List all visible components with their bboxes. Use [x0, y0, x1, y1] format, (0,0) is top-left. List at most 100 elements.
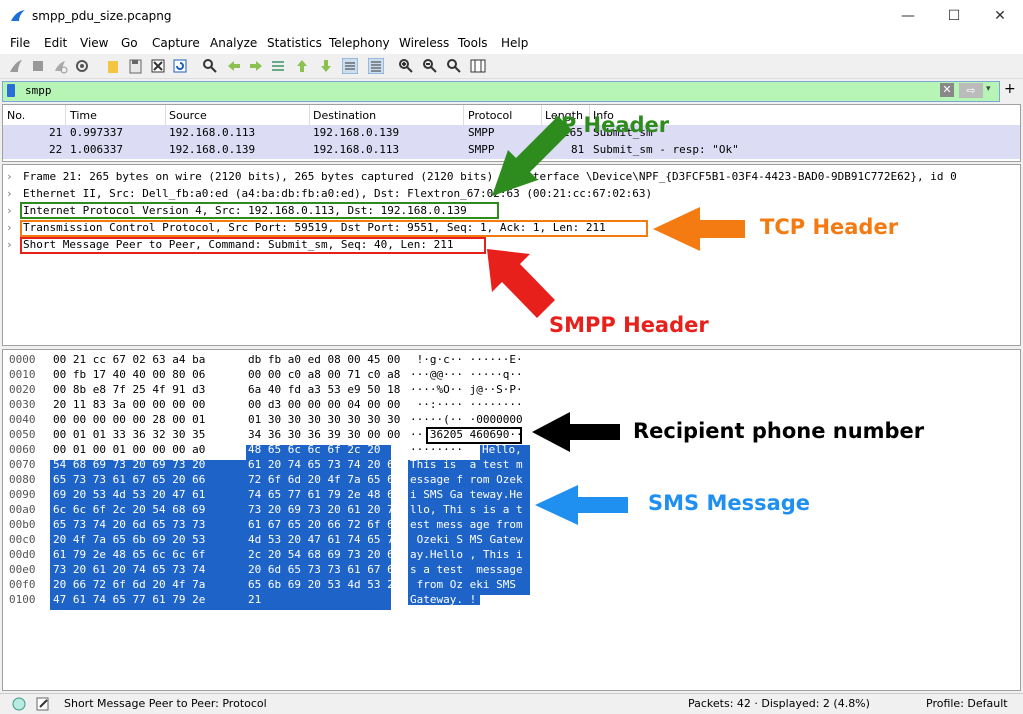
hex-bytes-group-1[interactable]: 00 fb 17 40 40 00 80 06 [53, 368, 205, 381]
hex-offset[interactable]: 00d0 [9, 548, 36, 561]
hex-offset[interactable]: 0080 [9, 473, 36, 486]
hex-bytes-group-2[interactable]: 74 65 77 61 79 2e 48 65 [248, 488, 400, 501]
ascii-bytes[interactable]: !·g·c·· ······E· [410, 353, 523, 366]
menu-file[interactable]: File [10, 36, 30, 50]
ascii-bytes[interactable]: This is a test m [410, 458, 523, 471]
hex-bytes-group-1[interactable]: 65 73 73 61 67 65 20 66 [53, 473, 205, 486]
hex-bytes-group-1[interactable]: 00 01 00 01 00 00 00 a0 [53, 443, 205, 456]
ascii-bytes[interactable]: ay.Hello , This i [410, 548, 523, 561]
expert-info-icon[interactable] [12, 697, 26, 711]
ascii-bytes[interactable]: ········ [410, 443, 463, 456]
close-file-icon[interactable] [150, 58, 166, 74]
colorize-icon[interactable] [368, 58, 384, 74]
apply-filter-button[interactable]: ⇨ [959, 83, 983, 98]
hex-bytes-group-1[interactable]: 00 8b e8 7f 25 4f 91 d3 [53, 383, 205, 396]
ascii-bytes-selected[interactable]: Hello, [482, 443, 528, 456]
hex-bytes-group-1[interactable]: 73 20 61 20 74 65 73 74 [53, 563, 205, 576]
detail-row-frame[interactable]: › Frame 21: 265 bytes on wire (2120 bits)… [6, 170, 957, 183]
menu-analyze[interactable]: Analyze [210, 36, 257, 50]
hex-bytes-group-1[interactable]: 00 21 cc 67 02 63 a4 ba [53, 353, 205, 366]
zoom-out-icon[interactable] [422, 58, 438, 74]
hex-bytes-group-1[interactable]: 20 66 72 6f 6d 20 4f 7a [53, 578, 205, 591]
shark-fin-start-icon[interactable] [8, 58, 24, 74]
ascii-bytes[interactable]: essage f rom Ozek [410, 473, 523, 486]
restart-icon[interactable] [52, 58, 68, 74]
hex-bytes-group-1[interactable]: 00 00 00 00 00 28 00 01 [53, 413, 205, 426]
hex-bytes-group-2[interactable]: 6a 40 fd a3 53 e9 50 18 [248, 383, 400, 396]
open-file-icon[interactable] [106, 58, 122, 74]
hex-offset[interactable]: 0060 [9, 443, 36, 456]
stop-icon[interactable] [30, 58, 46, 74]
add-filter-button[interactable]: + [1004, 81, 1016, 97]
hex-bytes-group-1[interactable]: 6c 6c 6f 2c 20 54 68 69 [53, 503, 205, 516]
hex-bytes-group-2[interactable]: 21 [248, 593, 261, 606]
forward-icon[interactable] [248, 58, 264, 74]
menu-edit[interactable]: Edit [44, 36, 67, 50]
hex-bytes-group-2[interactable]: 00 d3 00 00 00 04 00 00 [248, 398, 400, 411]
hex-offset[interactable]: 0040 [9, 413, 36, 426]
ascii-bytes[interactable]: Ozeki S MS Gatew [410, 533, 523, 546]
hex-bytes-group-2[interactable]: 20 6d 65 73 73 61 67 65 [248, 563, 400, 576]
hex-bytes-group-2[interactable]: 73 20 69 73 20 61 20 74 [248, 503, 400, 516]
hex-bytes-group-1[interactable]: 47 61 74 65 77 61 79 2e [53, 593, 205, 606]
autoscroll-icon[interactable] [342, 58, 358, 74]
hex-offset[interactable]: 0010 [9, 368, 36, 381]
display-filter-input[interactable]: smpp [25, 84, 52, 97]
hex-offset[interactable]: 0050 [9, 428, 36, 441]
clear-filter-button[interactable]: ✕ [940, 83, 954, 97]
col-header-source[interactable]: Source [169, 109, 207, 122]
packet-row[interactable]: 21 0.997337 192.168.0.113 192.168.0.139 … [3, 125, 1020, 142]
first-packet-icon[interactable] [294, 58, 310, 74]
ascii-bytes[interactable]: s a test message [410, 563, 523, 576]
menu-help[interactable]: Help [501, 36, 528, 50]
go-to-packet-icon[interactable] [270, 58, 286, 74]
hex-bytes-group-2[interactable]: 61 67 65 20 66 72 6f 6d [248, 518, 400, 531]
hex-offset[interactable]: 0000 [9, 353, 36, 366]
maximize-button[interactable]: ☐ [931, 0, 977, 32]
hex-bytes-group-2[interactable]: 2c 20 54 68 69 73 20 69 [248, 548, 400, 561]
ascii-bytes[interactable]: Gateway. ! [410, 593, 476, 606]
ascii-bytes[interactable]: est mess age from [410, 518, 523, 531]
ascii-bytes[interactable]: from Oz eki SMS [410, 578, 523, 591]
hex-bytes-group-2[interactable]: 01 30 30 30 30 30 30 30 [248, 413, 400, 426]
capture-comment-icon[interactable] [36, 697, 50, 711]
ascii-bytes[interactable]: llo, Thi s is a t [410, 503, 523, 516]
filter-history-dropdown[interactable]: ▾ [986, 84, 998, 94]
hex-bytes-group-2[interactable]: 00 00 c0 a8 00 71 c0 a8 [248, 368, 400, 381]
menu-wireless[interactable]: Wireless [399, 36, 449, 50]
back-icon[interactable] [226, 58, 242, 74]
find-icon[interactable] [202, 58, 218, 74]
hex-bytes-group-2[interactable]: 34 36 30 36 39 30 00 00 [248, 428, 400, 441]
ascii-bytes[interactable]: ····%O·· j@··S·P· [410, 383, 523, 396]
close-button[interactable]: ✕ [977, 0, 1023, 32]
hex-bytes-group-1[interactable]: 00 01 01 33 36 32 30 35 [53, 428, 205, 441]
chevron-right-icon[interactable]: › [6, 170, 23, 183]
hex-bytes-group-2[interactable]: 61 20 74 65 73 74 20 6d [248, 458, 400, 471]
hex-bytes-group-2[interactable]: 72 6f 6d 20 4f 7a 65 6b [248, 473, 400, 486]
hex-offset[interactable]: 00b0 [9, 518, 36, 531]
menu-telephony[interactable]: Telephony [329, 36, 390, 50]
last-packet-icon[interactable] [318, 58, 334, 74]
ascii-bytes[interactable]: ·····(·· ·0000000 [410, 413, 523, 426]
hex-offset[interactable]: 00a0 [9, 503, 36, 516]
status-profile[interactable]: Profile: Default [926, 697, 1008, 710]
zoom-in-icon[interactable] [398, 58, 414, 74]
hex-bytes-group-1[interactable]: 20 4f 7a 65 6b 69 20 53 [53, 533, 205, 546]
normal-size-icon[interactable] [446, 58, 462, 74]
hex-bytes-group-1[interactable]: 61 79 2e 48 65 6c 6c 6f [53, 548, 205, 561]
detail-row-ethernet[interactable]: › Ethernet II, Src: Dell_fb:a0:ed (a4:ba:… [6, 187, 652, 200]
hex-bytes-group-2[interactable]: db fb a0 ed 08 00 45 00 [248, 353, 400, 366]
col-header-protocol[interactable]: Protocol [468, 109, 512, 122]
resize-columns-icon[interactable] [470, 58, 486, 74]
reload-icon[interactable] [172, 58, 188, 74]
menu-statistics[interactable]: Statistics [267, 36, 322, 50]
hex-offset[interactable]: 0100 [9, 593, 36, 606]
menu-go[interactable]: Go [121, 36, 138, 50]
col-header-time[interactable]: Time [70, 109, 97, 122]
ascii-bytes[interactable]: ···@@··· ·····q·· [410, 368, 523, 381]
menu-view[interactable]: View [80, 36, 108, 50]
hex-bytes-group-2[interactable]: 65 6b 69 20 53 4d 53 20 [248, 578, 400, 591]
menu-capture[interactable]: Capture [152, 36, 200, 50]
options-icon[interactable] [74, 58, 90, 74]
col-header-no[interactable]: No. [7, 109, 25, 122]
